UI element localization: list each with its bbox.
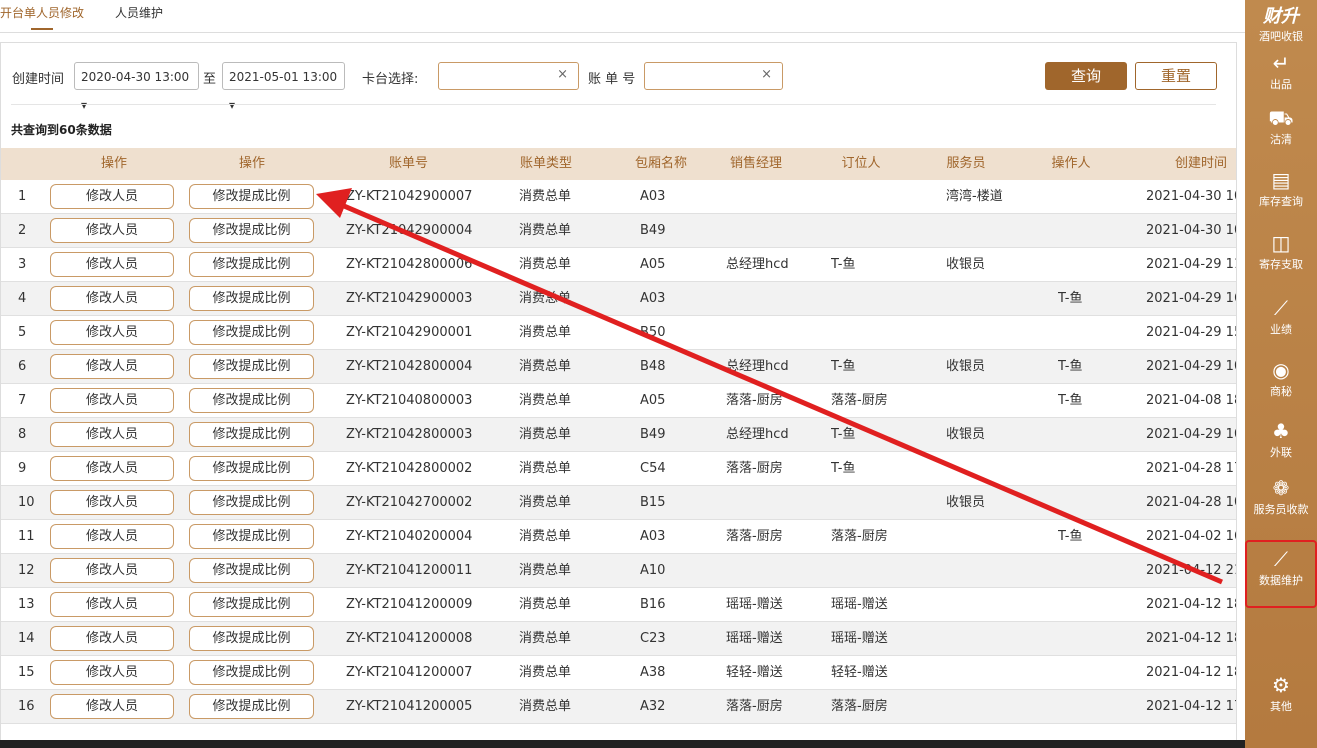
- annotation-arrow: [316, 188, 1223, 585]
- arrow-head: [316, 188, 352, 218]
- arrow-shaft: [329, 197, 1223, 585]
